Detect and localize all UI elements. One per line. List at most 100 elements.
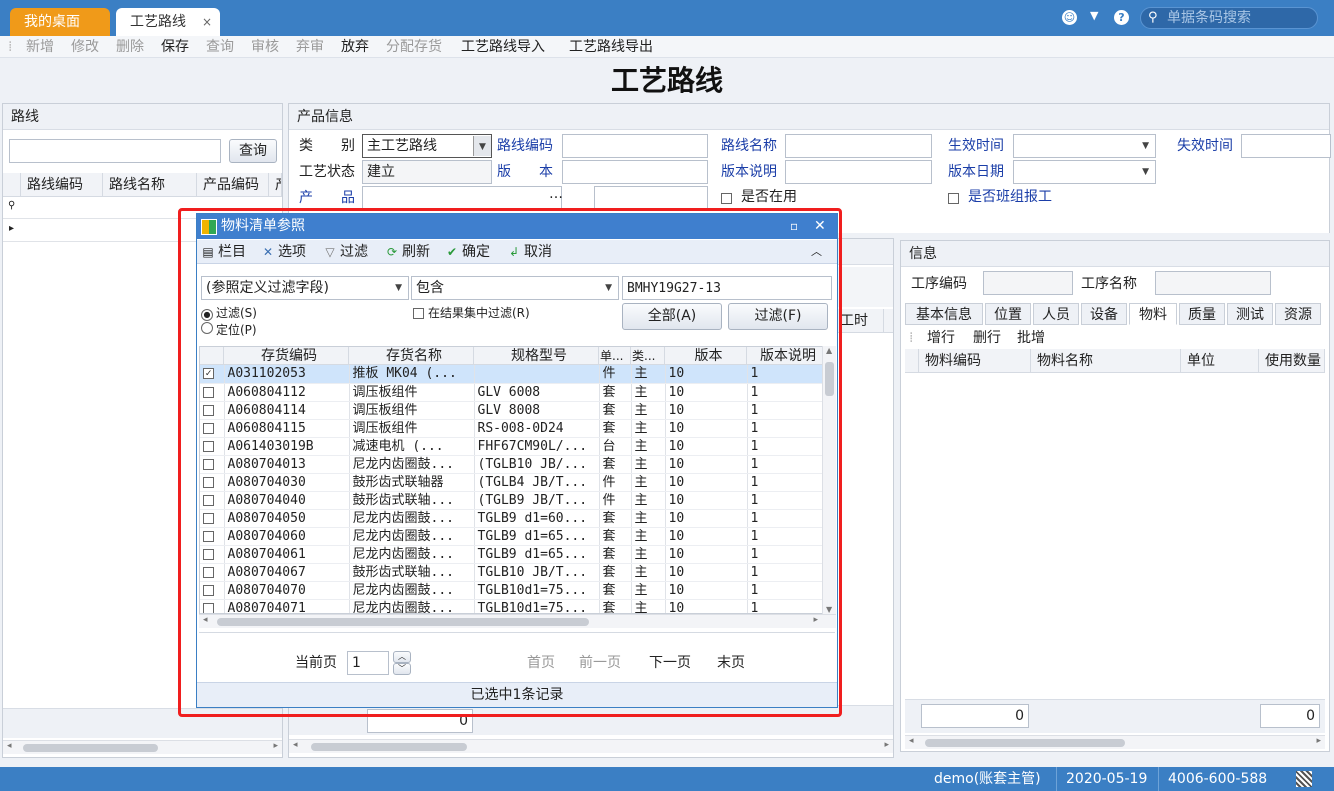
col-usage-qty[interactable]: 使用数量 [1259,349,1325,373]
row-checkbox[interactable] [200,545,225,564]
table-row[interactable]: A080704030 鼓形齿式联轴器 (TGLB4 JB/T... 件主 10 1 [200,473,822,492]
cancel-button[interactable]: ↲ 取消 [507,242,552,262]
user-smile-icon[interactable]: ☺ [1062,10,1077,25]
team-report-checkbox[interactable] [948,190,959,206]
category-select[interactable]: 主工艺路线 ▼ [362,134,492,158]
product-field[interactable] [362,186,562,210]
version-field[interactable] [562,160,708,184]
in-result-filter-checkbox[interactable]: 在结果集中过滤(R) [413,303,530,323]
col-version-desc[interactable]: 版本说明 [747,347,822,365]
expire-time-field[interactable] [1241,134,1331,158]
table-row[interactable]: ✓ A031102053 推板 MK04 (... 件主 10 1 [200,365,822,384]
batch-add-button[interactable]: 批增 [1017,328,1045,348]
row-checkbox[interactable] [200,527,225,546]
filter-apply-button[interactable]: 过滤(F) [728,303,828,330]
row-checkbox[interactable] [200,491,225,510]
col-worktime[interactable]: 工时 [834,309,884,333]
col-unit[interactable]: 单位 [1181,349,1259,373]
prev-page-link[interactable]: 前一页 [579,653,621,673]
route-export-button[interactable]: 工艺路线导出 [569,38,653,56]
tab-quality[interactable]: 质量 [1179,303,1225,325]
options-button[interactable]: ✕ 选项 [261,242,306,262]
audit-button[interactable]: 审核 [251,38,279,56]
table-row[interactable]: A080704040 鼓形齿式联轴... (TGLB9 JB/T... 件主 10 1 [200,491,822,510]
row-checkbox[interactable] [200,563,225,582]
table-row[interactable]: A080704061 尼龙内齿圈鼓... TGLB9 d1=65... 套主 10 1 [200,545,822,564]
route-name-field[interactable] [785,134,932,158]
query-button[interactable]: 查询 [206,38,234,56]
operations-hscrollbar[interactable]: ◂ ▸ [289,739,893,753]
current-page-input[interactable] [347,651,389,675]
tab-process-route[interactable]: 工艺路线 × [116,8,220,36]
first-page-link[interactable]: 首页 [527,653,555,673]
version-desc-field[interactable] [785,160,932,184]
row-checkbox[interactable] [200,599,225,613]
next-page-link[interactable]: 下一页 [649,653,691,673]
filter-op-select[interactable]: 包含 ▼ [411,276,619,300]
route-import-button[interactable]: 工艺路线导入 [461,38,545,56]
table-row[interactable]: A060804115 调压板组件 RS-008-0D24 套主 10 1 [200,419,822,438]
row-checkbox[interactable] [200,437,225,456]
filter-field-select[interactable]: (参照定义过滤字段) ▼ [201,276,409,300]
table-row[interactable]: A080704013 尼龙内齿圈鼓... (TGLB10 JB/... 套主 10 1 [200,455,822,474]
all-button[interactable]: 全部(A) [622,303,722,330]
tab-equipment[interactable]: 设备 [1081,303,1127,325]
help-icon[interactable]: ? [1114,10,1129,25]
columns-button[interactable]: ▤ 栏目 [201,242,246,262]
add-row-button[interactable]: 增行 [927,328,955,348]
material-hscrollbar[interactable]: ◂ ▸ [905,735,1325,749]
add-button[interactable]: 新增 [26,38,54,56]
col-inventory-name[interactable]: 存货名称 [349,347,474,365]
col-material-code[interactable]: 物料编码 [919,349,1031,373]
collapse-icon[interactable]: ︿ [811,242,822,262]
discard-button[interactable]: 放弃 [341,38,369,56]
col-material-name[interactable]: 物料名称 [1031,349,1181,373]
row-checkbox[interactable] [200,419,225,438]
route-code-field[interactable] [562,134,708,158]
search-input[interactable]: ⚲ 单据条码搜索 [1140,7,1318,29]
route-search-input[interactable] [9,139,221,163]
table-row[interactable]: A080704050 尼龙内齿圈鼓... TGLB9 d1=60... 套主 10 1 [200,509,822,528]
col-inventory-code[interactable]: 存货编码 [224,347,349,365]
delete-row-button[interactable]: 删行 [973,328,1001,348]
inventory-vscrollbar[interactable]: ▲ ▼ [822,346,836,614]
close-icon[interactable]: × [202,8,212,36]
col-route-code[interactable]: 路线编码 [21,173,103,197]
col-check[interactable] [200,347,224,365]
tab-resource[interactable]: 资源 [1275,303,1321,325]
version-date-select[interactable]: ▼ [1013,160,1156,184]
tab-material[interactable]: 物料 [1129,303,1177,325]
tab-location[interactable]: 位置 [985,303,1031,325]
row-checkbox[interactable]: ✓ [200,365,225,384]
product-lookup-icon[interactable]: … [549,184,563,204]
save-button[interactable]: 保存 [161,38,189,56]
col-version[interactable]: 版本 [665,347,747,365]
table-row[interactable]: A080704070 尼龙内齿圈鼓... TGLB10d1=75... 套主 10 1 [200,581,822,600]
close-icon[interactable]: ✕ [814,214,826,239]
page-down-icon[interactable]: ﹀ [393,663,411,675]
qr-code-icon[interactable] [1296,771,1312,787]
maximize-icon[interactable]: ▫ [790,214,798,239]
radio-locate[interactable]: 定位(P) [201,320,257,340]
col-type[interactable]: 类... [631,347,665,365]
route-query-button[interactable]: 查询 [229,139,277,163]
filter-value-input[interactable] [622,276,832,300]
last-page-link[interactable]: 末页 [717,653,745,673]
table-row[interactable]: A060804114 调压板组件 GLV 8008 套主 10 1 [200,401,822,420]
row-checkbox[interactable] [200,455,225,474]
tab-basic-info[interactable]: 基本信息 [905,303,983,325]
refresh-button[interactable]: ⟳ 刷新 [385,242,430,262]
tab-home[interactable]: 我的桌面 [10,8,110,36]
table-row[interactable]: A080704067 鼓形齿式联轴... TGLB10 JB/T... 套主 10 1 [200,563,822,582]
page-up-icon[interactable]: ︿ [393,651,411,663]
table-row[interactable]: A080704071 尼龙内齿圈鼓... TGLB10d1=75... 套主 10 1 [200,599,822,613]
col-product-code[interactable]: 产品编码 [197,173,269,197]
row-checkbox[interactable] [200,401,225,420]
tab-test[interactable]: 测试 [1227,303,1273,325]
in-use-checkbox[interactable] [721,190,732,206]
row-checkbox[interactable] [200,509,225,528]
edit-button[interactable]: 修改 [71,38,99,56]
delete-button[interactable]: 删除 [116,38,144,56]
chevron-down-icon[interactable]: ▼ [1090,9,1098,22]
tab-personnel[interactable]: 人员 [1033,303,1079,325]
